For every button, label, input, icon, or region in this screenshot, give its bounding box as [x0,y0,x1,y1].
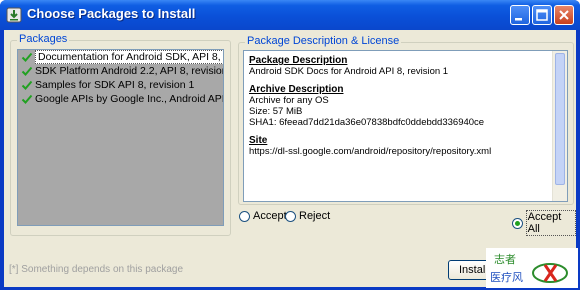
packages-group: Packages Documentation for Android SDK, … [10,33,231,236]
watermark-logo: 志者 医疗风 [486,248,578,288]
package-item[interactable]: Google APIs by Google Inc., Android API … [18,92,223,106]
package-item-label: Google APIs by Google Inc., Android API … [35,93,223,105]
maximize-icon [536,9,548,21]
check-icon [21,94,33,104]
description-group: Package Description & License Package De… [238,35,574,205]
radio-icon [285,210,296,222]
download-icon [6,7,22,23]
radio-selected-icon [512,217,523,229]
package-item[interactable]: Samples for SDK API 8, revision 1 [18,78,223,92]
description-content: Package Description Android SDK Docs for… [249,55,545,157]
package-description-heading: Package Description [249,55,348,66]
accept-radio[interactable]: Accept [239,210,287,222]
dialog-window: Choose Packages to Install Packages Docu… [0,0,580,290]
description-group-label: Package Description & License [245,35,402,47]
packages-group-label: Packages [17,33,70,45]
package-item-label: Samples for SDK API 8, revision 1 [35,79,195,91]
package-item-label: Documentation for Android SDK, API 8, re… [35,50,223,64]
archive-description-heading: Archive Description [249,84,344,95]
site-heading: Site [249,135,268,146]
check-icon [21,52,33,62]
window-title: Choose Packages to Install [27,6,196,21]
watermark-top-text: 志者 [494,253,516,266]
reject-radio[interactable]: Reject [285,210,330,222]
archive-os: Archive for any OS [249,95,329,106]
package-description-text: Android SDK Docs for Android API 8, revi… [249,66,449,77]
close-icon [559,10,569,20]
reject-label: Reject [299,210,331,222]
packages-list[interactable]: Documentation for Android SDK, API 8, re… [17,49,224,226]
package-item-label: SDK Platform Android 2.2, API 8, revisio… [35,65,223,77]
check-icon [21,66,33,76]
check-icon [21,80,33,90]
dependency-footnote: [*] Something depends on this package [9,264,184,275]
package-item[interactable]: Documentation for Android SDK, API 8, re… [18,50,223,64]
description-scrollbar[interactable] [552,51,567,201]
title-bar[interactable]: Choose Packages to Install [0,0,580,30]
watermark-bottom-text: 医疗风 [490,270,523,284]
minimize-button[interactable] [510,5,530,25]
close-button[interactable] [554,5,574,25]
site-url[interactable]: https://dl-ssl.google.com/android/reposi… [249,146,545,157]
accept-all-radio[interactable]: Accept All [512,210,576,236]
accept-label: Accept [253,210,287,222]
scrollbar-thumb[interactable] [555,53,565,185]
package-item[interactable]: SDK Platform Android 2.2, API 8, revisio… [18,64,223,78]
accept-all-label: Accept All [525,210,576,236]
archive-sha1: SHA1: 6feead7dd21da36e07838bdfc0ddebdd33… [249,117,485,128]
radio-icon [239,210,250,222]
maximize-button[interactable] [532,5,552,25]
minimize-icon [515,18,522,21]
archive-size: Size: 57 MiB [249,106,303,117]
description-panel[interactable]: Package Description Android SDK Docs for… [243,50,568,202]
